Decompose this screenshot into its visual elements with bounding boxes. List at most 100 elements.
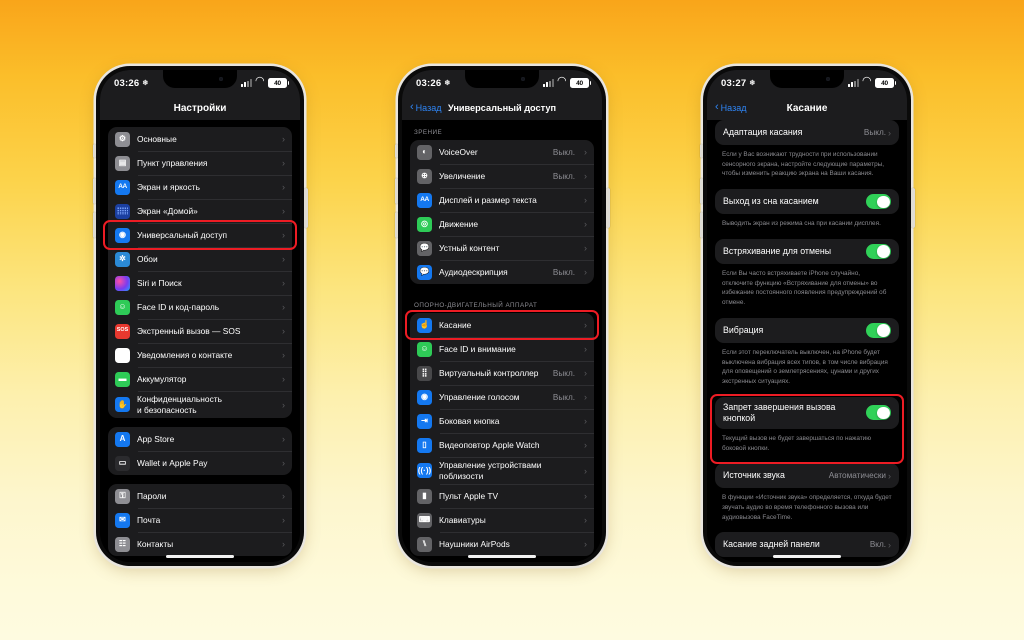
home-indicator [166, 555, 234, 558]
volume-up-button[interactable] [92, 178, 96, 204]
list-item-касание[interactable]: ☝ Касание › [410, 313, 594, 337]
list-item-label: Экран и яркость [137, 181, 200, 192]
list-item-боковая-кнопка[interactable]: ⇥ Боковая кнопка › [410, 409, 594, 433]
list-item-наушники-airpods[interactable]: ⑊ Наушники AirPods › [410, 532, 594, 556]
chevron-right-icon: › [282, 206, 285, 216]
mute-switch[interactable] [699, 144, 703, 158]
setting-касание-задней-панели[interactable]: Касание задней панели Вкл. › [715, 532, 899, 558]
chevron-right-icon: › [584, 267, 587, 277]
chevron-right-icon: › [282, 399, 285, 410]
accessibility-list[interactable]: ЗРЕНИЕ ◐ VoiceOver Выкл. › ⊕ Увеличение Выкл. › A… [402, 120, 602, 562]
notch [465, 70, 539, 88]
back-button-label: Назад [720, 103, 747, 113]
list-item-label: Экран «Домой» [137, 205, 198, 216]
list-item-обои[interactable]: ✲ Обои › [108, 247, 292, 271]
list-item-контакты[interactable]: ☷ Контакты › [108, 532, 292, 556]
display-brightness-icon: AA [115, 179, 130, 195]
list-item-siri-и-поиск[interactable]: Siri и Поиск › [108, 271, 292, 295]
nav-bar: ‹ Назад Касание [707, 96, 907, 120]
cellular-bars-icon [848, 79, 859, 87]
list-item-face-id-и-внимание[interactable]: ☺ Face ID и внимание › [410, 337, 594, 361]
touch-settings-list[interactable]: Адаптация касания Выкл. › Если у Вас возник… [707, 120, 907, 562]
toggle-switch[interactable] [866, 194, 891, 210]
list-item-voiceover[interactable]: ◐ VoiceOver Выкл. › [410, 140, 594, 164]
chevron-right-icon: › [584, 465, 587, 476]
list-item-почта[interactable]: ✉ Почта › [108, 508, 292, 532]
list-item-управление-устройствами-поблизости[interactable]: ((·)) Управление устройствами поблизости › [410, 457, 594, 484]
chevron-right-icon: › [282, 326, 285, 336]
list-item-пункт-управления[interactable]: ▤ Пункт управления › [108, 151, 292, 175]
volume-up-button[interactable] [699, 178, 703, 204]
voiceover-icon: ◐ [417, 144, 432, 160]
side-power-button[interactable] [606, 188, 610, 228]
audio-description-icon: 💬 [417, 264, 432, 280]
chevron-right-icon: › [282, 302, 285, 312]
wifi-icon [557, 74, 567, 87]
setting-вибрация[interactable]: Вибрация [715, 317, 899, 343]
status-bar: 03:27 ❄ 40 [707, 70, 907, 96]
list-item-экран-домой[interactable]: Экран «Домой» › [108, 199, 292, 223]
settings-group: ⚙ Основные › ▤ Пункт управления › AA Экран и яр… [108, 127, 292, 418]
nearby-devices-icon: ((·)) [417, 463, 432, 478]
list-item-value: Выкл. [552, 171, 575, 181]
list-item-app-store[interactable]: A App Store › [108, 427, 292, 451]
list-item-wallet-и-apple-pay[interactable]: ▭ Wallet и Apple Pay › [108, 451, 292, 475]
list-item-label: Видеоповтор Apple Watch [439, 439, 540, 450]
side-power-button[interactable] [304, 188, 308, 228]
list-item-устный-контент[interactable]: 💬 Устный контент › [410, 236, 594, 260]
gear-icon: ⚙ [115, 131, 130, 147]
setting-запрет-завершения-вызова-кнопкой[interactable]: Запрет завершения вызова кнопкой [715, 396, 899, 429]
list-item-виртуальный-контроллер[interactable]: ⣿ Виртуальный контроллер Выкл. › [410, 361, 594, 385]
list-item-label: Основные [137, 133, 177, 144]
list-item-пульт-apple-tv[interactable]: ▮ Пульт Apple TV › [410, 484, 594, 508]
volume-down-button[interactable] [699, 212, 703, 238]
mute-switch[interactable] [92, 144, 96, 158]
list-item-увеличение[interactable]: ⊕ Увеличение Выкл. › [410, 164, 594, 188]
list-item-аудиодескрипция[interactable]: 💬 Аудиодескрипция Выкл. › [410, 260, 594, 284]
list-item-универсальный-доступ[interactable]: ◉ Универсальный доступ › [108, 223, 292, 247]
list-item-label: Пароли [137, 490, 167, 501]
list-item-экран-и-яркость[interactable]: AA Экран и яркость › [108, 175, 292, 199]
list-item-видеоповтор-apple-watch[interactable]: ▯ Видеоповтор Apple Watch › [410, 433, 594, 457]
list-item-управление-голосом[interactable]: ◉ Управление голосом Выкл. › [410, 385, 594, 409]
phone1-screen: 03:26 ❄ 40 Настройки ⚙ Основные › ▤ Пункт уп… [100, 70, 300, 562]
privacy-icon: ✋ [115, 397, 130, 412]
list-item-движение[interactable]: ◎ Движение › [410, 212, 594, 236]
list-item-дисплей-и-размер-текста[interactable]: AA Дисплей и размер текста › [410, 188, 594, 212]
notch [163, 70, 237, 88]
chevron-right-icon: › [584, 320, 587, 330]
settings-list[interactable]: ⚙ Основные › ▤ Пункт управления › AA Экран и яр… [100, 120, 300, 562]
mute-switch[interactable] [394, 144, 398, 158]
battery-icon: 40 [268, 78, 289, 88]
list-item-конфиденциальность-и-безопасность[interactable]: ✋ Конфиденциальность и безопасность › [108, 391, 292, 418]
volume-up-button[interactable] [394, 178, 398, 204]
phone-device-touch: 03:27 ❄ 40 ‹ Назад Касание Адаптация кас… [699, 66, 915, 566]
volume-down-button[interactable] [92, 212, 96, 238]
list-item-label: Дисплей и размер текста [439, 194, 537, 205]
list-item-пароли[interactable]: ⚿ Пароли › [108, 484, 292, 508]
status-indicators: 40 [848, 74, 896, 88]
screenshot-stage: 03:26 ❄ 40 Настройки ⚙ Основные › ▤ Пункт уп… [0, 0, 1024, 640]
status-time: 03:26 ❄ [416, 78, 450, 89]
back-button[interactable]: ‹ Назад [715, 102, 747, 114]
setting-источник-звука[interactable]: Источник звука Автоматически › [715, 463, 899, 489]
list-item-face-id-и-код-пароль[interactable]: ☺ Face ID и код-пароль › [108, 295, 292, 319]
setting-встряхивание-для-отмены[interactable]: Встряхивание для отмены [715, 238, 899, 264]
list-item-экстренный-вызов-sos[interactable]: SOS Экстренный вызов — SOS › [108, 319, 292, 343]
side-power-button[interactable] [911, 188, 915, 228]
list-item-аккумулятор[interactable]: ▬ Аккумулятор › [108, 367, 292, 391]
chevron-right-icon: › [282, 182, 285, 192]
back-button[interactable]: ‹ Назад [410, 102, 441, 114]
list-item-основные[interactable]: ⚙ Основные › [108, 127, 292, 151]
toggle-switch[interactable] [866, 243, 891, 259]
setting-адаптация-касания[interactable]: Адаптация касания Выкл. › [715, 120, 899, 145]
volume-down-button[interactable] [394, 212, 398, 238]
list-item-клавиатуры[interactable]: ⌨ Клавиатуры › [410, 508, 594, 532]
chevron-right-icon: › [282, 254, 285, 264]
list-item-уведомления-о-контакте[interactable]: ✺ Уведомления о контакте › [108, 343, 292, 367]
chevron-right-icon: › [584, 243, 587, 253]
setting-выход-из-сна-касанием[interactable]: Выход из сна касанием [715, 189, 899, 215]
toggle-switch[interactable] [866, 322, 891, 338]
list-item-label: Движение [439, 218, 479, 229]
toggle-switch[interactable] [866, 405, 891, 421]
